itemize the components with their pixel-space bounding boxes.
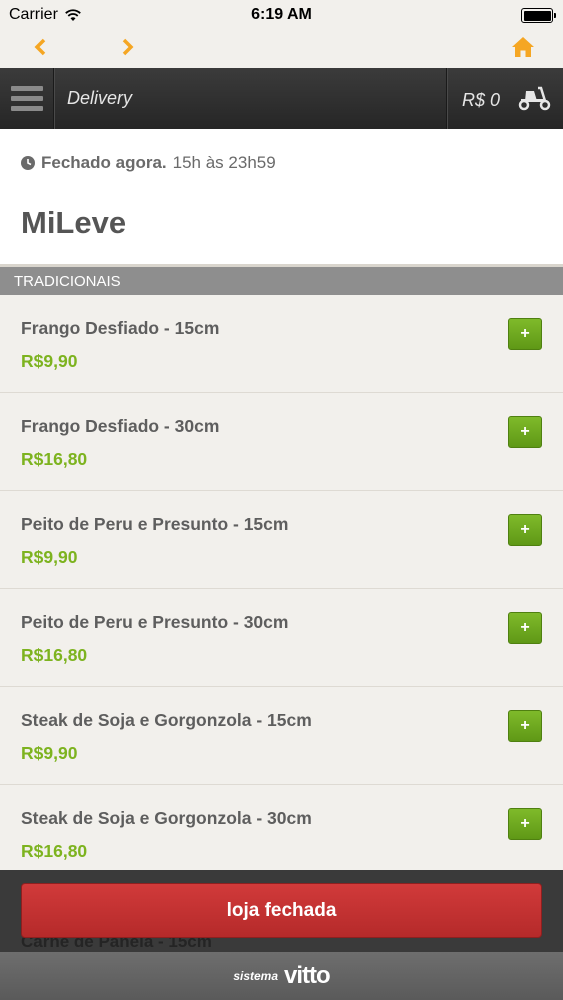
clock-icon xyxy=(21,156,35,170)
store-name: MiLeve xyxy=(21,205,127,240)
product-name: Steak de Soja e Gorgonzola - 15cm xyxy=(21,710,312,730)
hamburger-icon xyxy=(10,86,43,91)
product-name: Steak de Soja e Gorgonzola - 30cm xyxy=(21,808,312,828)
back-button[interactable] xyxy=(25,32,55,62)
battery-icon xyxy=(521,8,556,23)
product-name: Frango Desfiado - 15cm xyxy=(21,318,220,338)
app-header: Delivery R$ 0 xyxy=(0,68,563,129)
status-bar: Carrier 6:19 AM xyxy=(0,0,563,30)
brand-bar: sistema vitto xyxy=(0,952,563,1000)
store-status: Fechado agora. xyxy=(41,153,167,172)
product-list: Frango Desfiado - 15cm R$9,90 + Frango D… xyxy=(0,295,563,883)
menu-button[interactable] xyxy=(0,68,54,129)
header-title: Delivery xyxy=(67,88,133,108)
product-item[interactable]: Steak de Soja e Gorgonzola - 30cm R$16,8… xyxy=(0,785,563,883)
store-hours: Fechado agora. 15h às 23h59 xyxy=(21,153,276,173)
chevron-left-icon xyxy=(34,38,46,56)
product-price: R$9,90 xyxy=(21,743,78,763)
product-name: Peito de Peru e Presunto - 15cm xyxy=(21,514,289,534)
store-hours-text: 15h às 23h59 xyxy=(172,153,276,172)
product-price: R$16,80 xyxy=(21,645,88,665)
product-item[interactable]: Frango Desfiado - 15cm R$9,90 + xyxy=(0,295,563,393)
browser-nav xyxy=(0,30,563,68)
product-price: R$16,80 xyxy=(21,449,88,469)
product-price: R$16,80 xyxy=(21,841,88,861)
product-name: Peito de Peru e Presunto - 30cm xyxy=(21,612,289,632)
add-button[interactable]: + xyxy=(508,612,542,644)
product-price: R$9,90 xyxy=(21,547,78,567)
home-icon xyxy=(512,37,534,57)
scooter-icon xyxy=(518,86,551,111)
store-closed-button[interactable]: loja fechada xyxy=(21,883,542,938)
cart-button[interactable]: R$ 0 xyxy=(446,68,563,129)
cart-total: R$ 0 xyxy=(462,90,501,110)
category-header: TRADICIONAIS xyxy=(0,264,563,295)
clock-time: 6:19 AM xyxy=(251,6,312,23)
home-button[interactable] xyxy=(508,32,538,62)
product-item[interactable]: Peito de Peru e Presunto - 30cm R$16,80 … xyxy=(0,589,563,687)
product-item[interactable]: Steak de Soja e Gorgonzola - 15cm R$9,90… xyxy=(0,687,563,785)
chevron-right-icon xyxy=(122,38,134,56)
forward-button[interactable] xyxy=(113,32,143,62)
add-button[interactable]: + xyxy=(508,514,542,546)
product-item[interactable]: Peito de Peru e Presunto - 15cm R$9,90 + xyxy=(0,491,563,589)
category-title: TRADICIONAIS xyxy=(14,273,121,290)
add-button[interactable]: + xyxy=(508,318,542,350)
product-item[interactable]: Frango Desfiado - 30cm R$16,80 + xyxy=(0,393,563,491)
add-button[interactable]: + xyxy=(508,808,542,840)
product-name: Frango Desfiado - 30cm xyxy=(21,416,220,436)
brand-small: sistema xyxy=(233,969,279,983)
add-button[interactable]: + xyxy=(508,416,542,448)
add-button[interactable]: + xyxy=(508,710,542,742)
store-info: Fechado agora. 15h às 23h59 MiLeve xyxy=(0,129,563,264)
brand-logo: vitto xyxy=(284,962,331,989)
product-price: R$9,90 xyxy=(21,351,78,371)
